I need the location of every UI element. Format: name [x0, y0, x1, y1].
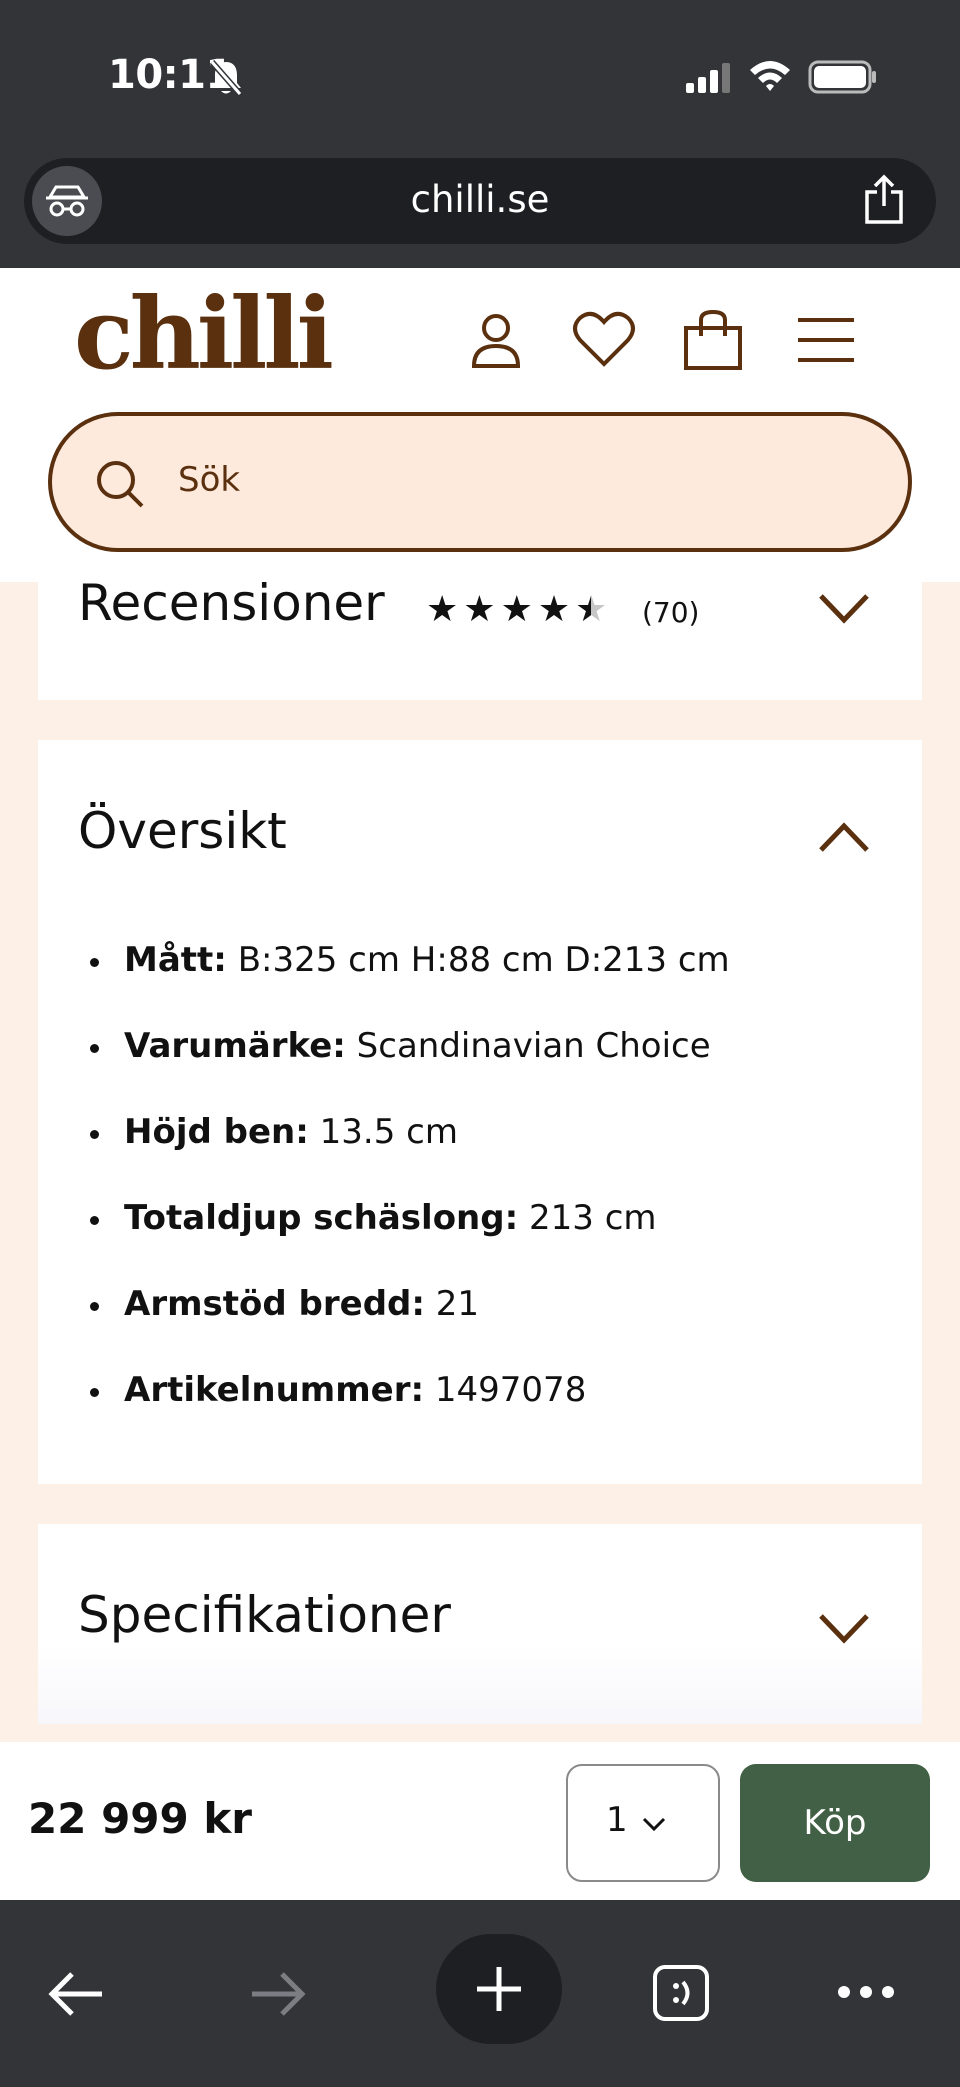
- specifications-title: Specifikationer: [78, 1586, 451, 1644]
- chevron-down-icon[interactable]: [818, 1612, 870, 1644]
- search-icon: [97, 461, 144, 508]
- product-price: 22 999 kr: [28, 1794, 253, 1843]
- overview-title[interactable]: Översikt: [78, 802, 287, 860]
- address-bar[interactable]: chilli.se: [24, 158, 936, 244]
- list-item: Armstöd bredd: 21: [90, 1284, 730, 1370]
- star-icon: ★: [500, 589, 533, 630]
- site-header: chilli Sök: [0, 268, 960, 582]
- share-icon[interactable]: [862, 174, 906, 226]
- search-placeholder: Sök: [178, 460, 241, 500]
- specifications-section[interactable]: Specifikationer: [38, 1524, 922, 1724]
- review-count: (70): [642, 596, 700, 629]
- search-input[interactable]: Sök: [48, 412, 912, 552]
- url-text[interactable]: chilli.se: [24, 178, 936, 221]
- silent-bell-icon: [209, 60, 243, 96]
- star-icon: ★: [463, 589, 496, 630]
- new-tab-button[interactable]: [436, 1934, 562, 2044]
- list-item: Artikelnummer: 1497078: [90, 1370, 730, 1456]
- list-item: Höjd ben: 13.5 cm: [90, 1112, 730, 1198]
- tabs-icon[interactable]: [652, 1964, 710, 2022]
- chilli-logo[interactable]: chilli: [74, 286, 334, 384]
- chevron-down-icon[interactable]: [818, 592, 870, 624]
- rating-stars: ★ ★ ★ ★ ★: [426, 592, 612, 628]
- quantity-value: 1: [606, 1800, 628, 1840]
- list-item: Mått: B:325 cm H:88 cm D:213 cm: [90, 940, 730, 1026]
- chevron-down-icon: [642, 1817, 666, 1832]
- list-item: Varumärke: Scandinavian Choice: [90, 1026, 730, 1112]
- half-star-icon: ★: [575, 589, 608, 630]
- account-icon[interactable]: [468, 310, 524, 370]
- star-icon: ★: [426, 589, 459, 630]
- reviews-section[interactable]: Recensioner ★ ★ ★ ★ ★ (70): [38, 574, 922, 700]
- browser-chrome-top: 10:11 chilli.se: [0, 0, 960, 268]
- reviews-title: Recensioner: [78, 574, 385, 632]
- forward-arrow-icon[interactable]: [248, 1970, 308, 2018]
- more-icon[interactable]: [836, 1984, 896, 2000]
- menu-icon[interactable]: [796, 316, 856, 364]
- back-arrow-icon[interactable]: [46, 1970, 106, 2018]
- wifi-icon: [750, 61, 790, 91]
- battery-icon: [808, 60, 876, 94]
- plus-icon: [477, 1967, 521, 2011]
- heart-icon[interactable]: [572, 310, 636, 370]
- buy-button[interactable]: Köp: [740, 1764, 930, 1882]
- shopping-bag-icon[interactable]: [682, 310, 744, 372]
- star-icon: ★: [537, 589, 571, 630]
- list-item: Totaldjup schäslong: 213 cm: [90, 1198, 730, 1284]
- browser-toolbar: [0, 1900, 960, 2087]
- quantity-select[interactable]: 1: [566, 1764, 720, 1882]
- cellular-signal-icon: [686, 63, 730, 93]
- overview-list: Mått: B:325 cm H:88 cm D:213 cm Varumärk…: [90, 940, 730, 1456]
- chevron-up-icon[interactable]: [818, 822, 870, 854]
- buy-bar: 22 999 kr 1 Köp: [0, 1742, 960, 1900]
- overview-section: Översikt Mått: B:325 cm H:88 cm D:213 cm…: [38, 740, 922, 1484]
